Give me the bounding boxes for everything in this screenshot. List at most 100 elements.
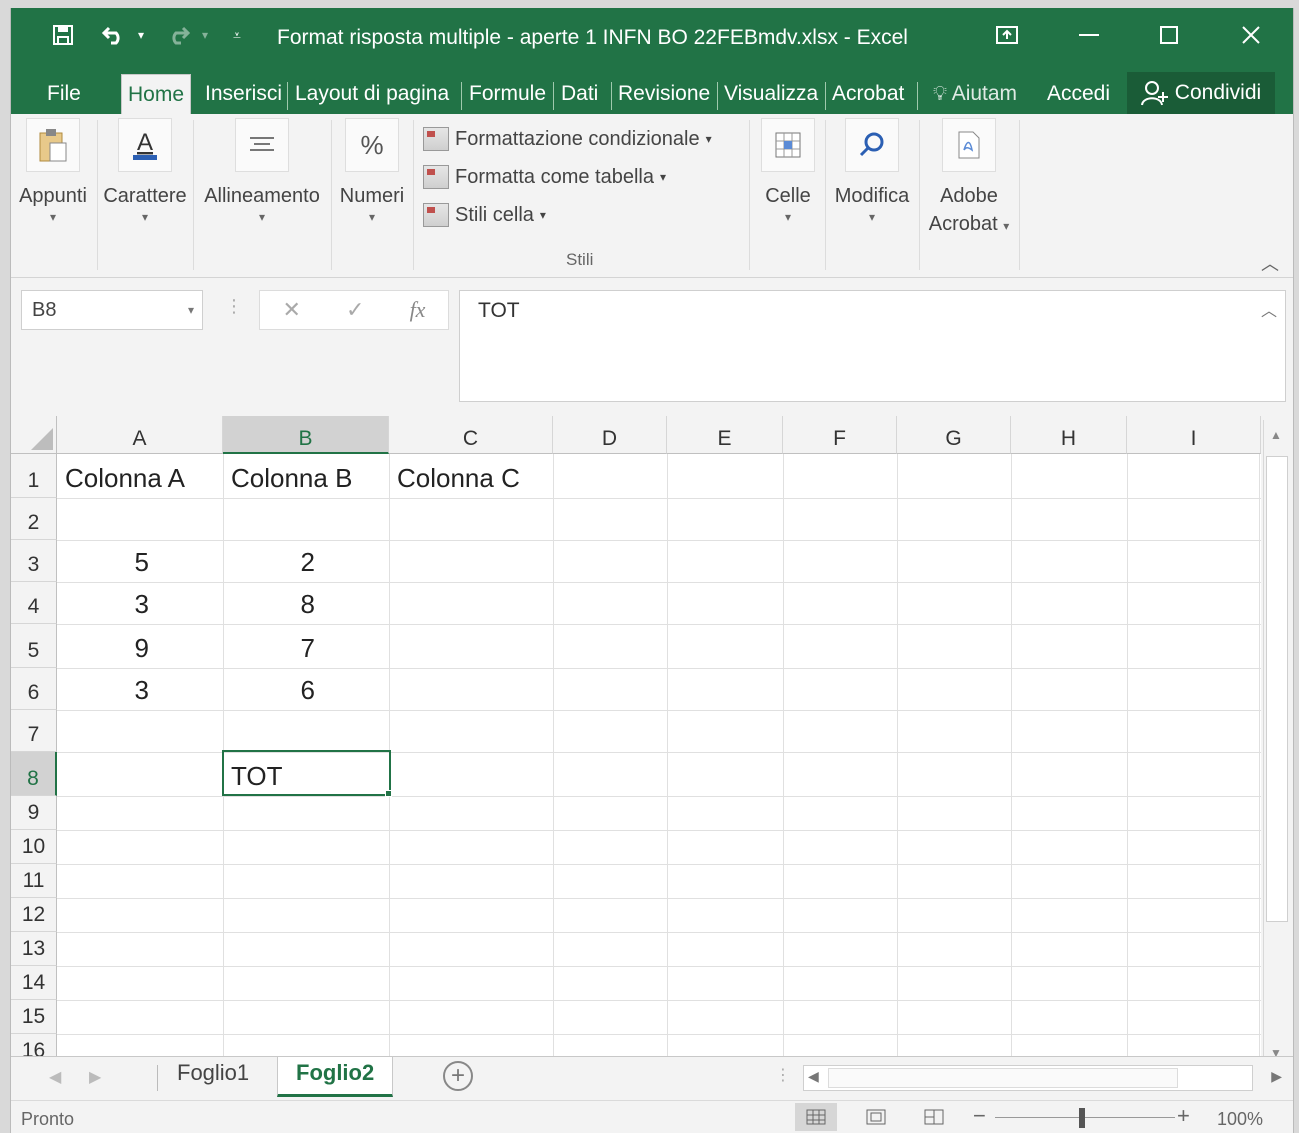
redo-dropdown-icon[interactable]: ▾	[197, 20, 213, 50]
tab-dati[interactable]: Dati	[555, 74, 604, 114]
group-allineamento[interactable]: Allineamento ▾	[195, 114, 329, 272]
previous-sheet-icon[interactable]: ◀	[49, 1067, 61, 1087]
row-header-12[interactable]: 12	[11, 898, 57, 932]
zoom-out-icon[interactable]: −	[973, 1103, 986, 1129]
next-sheet-icon[interactable]: ▶	[89, 1067, 101, 1087]
undo-dropdown-icon[interactable]: ▾	[133, 20, 149, 50]
tab-revisione[interactable]: Revisione	[612, 74, 716, 114]
cell-a4[interactable]: 3	[57, 582, 223, 624]
row-header-5[interactable]: 5	[11, 624, 57, 668]
fill-handle[interactable]	[385, 790, 392, 797]
sheet-tab-foglio1[interactable]: Foglio1	[159, 1057, 267, 1097]
insert-function-icon[interactable]: fx	[410, 297, 426, 323]
select-all-button[interactable]	[11, 416, 57, 454]
row-header-1[interactable]: 1	[11, 454, 57, 498]
cell-a1[interactable]: Colonna A	[57, 454, 223, 498]
group-appunti[interactable]: Appunti ▾	[11, 114, 95, 272]
row-header-16[interactable]: 16	[11, 1034, 57, 1056]
zoom-level[interactable]: 100%	[1217, 1109, 1263, 1130]
cell-b1[interactable]: Colonna B	[223, 454, 389, 498]
horizontal-scrollbar[interactable]: ◀ ▶	[803, 1065, 1282, 1091]
group-numeri[interactable]: % Numeri ▾	[333, 114, 411, 272]
expand-formula-bar-icon[interactable]: ︿	[1261, 297, 1277, 321]
cell-a6[interactable]: 3	[57, 668, 223, 710]
tab-acrobat[interactable]: Acrobat	[826, 74, 910, 114]
tab-inserisci[interactable]: Inserisci	[199, 74, 288, 114]
horizontal-scroll-thumb[interactable]	[828, 1068, 1178, 1088]
share-button[interactable]: Condividi	[1127, 72, 1275, 114]
worksheet-grid[interactable]: A B C D E F G H I 1 2 3 4 5 6 7 8 9 10 1…	[11, 416, 1261, 1056]
tab-layout-di-pagina[interactable]: Layout di pagina	[289, 74, 455, 114]
group-modifica[interactable]: Modifica ▾	[827, 114, 917, 272]
normal-view-icon[interactable]	[795, 1103, 837, 1131]
name-box[interactable]: B8 ▾	[21, 290, 203, 330]
row-header-8[interactable]: 8	[11, 752, 57, 796]
format-as-table-button[interactable]: Formatta come tabella ▾	[423, 162, 666, 192]
row-header-7[interactable]: 7	[11, 710, 57, 752]
formula-input[interactable]: TOT ︿	[459, 290, 1286, 402]
vertical-scrollbar[interactable]: ▲ ▼	[1263, 420, 1289, 1060]
column-header-e[interactable]: E	[667, 416, 783, 454]
formula-bar-grip-icon[interactable]: ⋮	[225, 296, 243, 317]
row-header-13[interactable]: 13	[11, 932, 57, 966]
tab-visualizza[interactable]: Visualizza	[718, 74, 824, 114]
zoom-slider[interactable]	[995, 1117, 1175, 1118]
cell-b4[interactable]: 8	[223, 582, 389, 624]
column-header-d[interactable]: D	[553, 416, 667, 454]
column-header-a[interactable]: A	[57, 416, 223, 454]
column-header-b[interactable]: B	[223, 416, 389, 454]
customize-toolbar-icon[interactable]: ⩡	[227, 20, 247, 50]
vertical-scroll-thumb[interactable]	[1266, 456, 1288, 922]
tab-home[interactable]: Home	[121, 74, 192, 114]
column-header-c[interactable]: C	[389, 416, 553, 454]
scroll-left-icon[interactable]: ◀	[808, 1068, 819, 1085]
group-carattere[interactable]: A Carattere ▾	[99, 114, 191, 272]
column-header-g[interactable]: G	[897, 416, 1011, 454]
confirm-entry-icon[interactable]: ✓	[346, 297, 364, 323]
sheet-tab-foglio2[interactable]: Foglio2	[277, 1057, 394, 1097]
chevron-down-icon[interactable]: ▾	[188, 291, 194, 329]
row-header-2[interactable]: 2	[11, 498, 57, 540]
conditional-formatting-button[interactable]: Formattazione condizionale ▾	[423, 124, 712, 154]
tab-file[interactable]: File	[41, 74, 87, 114]
cell-b5[interactable]: 7	[223, 624, 389, 668]
save-icon[interactable]	[47, 20, 79, 50]
row-header-11[interactable]: 11	[11, 864, 57, 898]
ribbon-display-options-icon[interactable]	[987, 20, 1027, 50]
add-sheet-icon[interactable]: +	[443, 1061, 473, 1091]
row-header-6[interactable]: 6	[11, 668, 57, 710]
column-header-f[interactable]: F	[783, 416, 897, 454]
row-header-4[interactable]: 4	[11, 582, 57, 624]
cell-c1[interactable]: Colonna C	[389, 454, 553, 498]
column-header-i[interactable]: I	[1127, 416, 1261, 454]
row-header-3[interactable]: 3	[11, 540, 57, 582]
maximize-icon[interactable]	[1149, 20, 1189, 50]
cell-b3[interactable]: 2	[223, 540, 389, 582]
sign-in-link[interactable]: Accedi	[1041, 74, 1116, 114]
collapse-ribbon-icon[interactable]: ︿	[1261, 250, 1279, 276]
row-header-14[interactable]: 14	[11, 966, 57, 1000]
tell-me-box[interactable]: 💡︎ Aiutam	[927, 74, 1023, 114]
row-header-15[interactable]: 15	[11, 1000, 57, 1034]
tab-split-grip-icon[interactable]: ⋮	[775, 1065, 791, 1085]
scroll-up-icon[interactable]: ▲	[1270, 428, 1282, 442]
cell-styles-button[interactable]: Stili cella ▾	[423, 200, 546, 230]
redo-icon[interactable]	[161, 20, 195, 50]
group-celle[interactable]: Celle ▾	[753, 114, 823, 272]
close-icon[interactable]	[1231, 20, 1271, 50]
zoom-in-icon[interactable]: +	[1177, 1103, 1190, 1129]
page-layout-view-icon[interactable]	[855, 1103, 897, 1131]
cancel-entry-icon[interactable]: ✕	[283, 297, 301, 323]
cell-a5[interactable]: 9	[57, 624, 223, 668]
minimize-icon[interactable]	[1069, 20, 1109, 50]
row-header-10[interactable]: 10	[11, 830, 57, 864]
group-adobe-acrobat[interactable]: Adobe Acrobat ▾	[921, 114, 1017, 272]
scroll-right-icon[interactable]: ▶	[1271, 1068, 1282, 1085]
undo-icon[interactable]	[97, 20, 131, 50]
cell-b6[interactable]: 6	[223, 668, 389, 710]
row-header-9[interactable]: 9	[11, 796, 57, 830]
column-header-h[interactable]: H	[1011, 416, 1127, 454]
zoom-slider-thumb[interactable]	[1079, 1108, 1085, 1128]
cell-a3[interactable]: 5	[57, 540, 223, 582]
tab-formule[interactable]: Formule	[463, 74, 552, 114]
